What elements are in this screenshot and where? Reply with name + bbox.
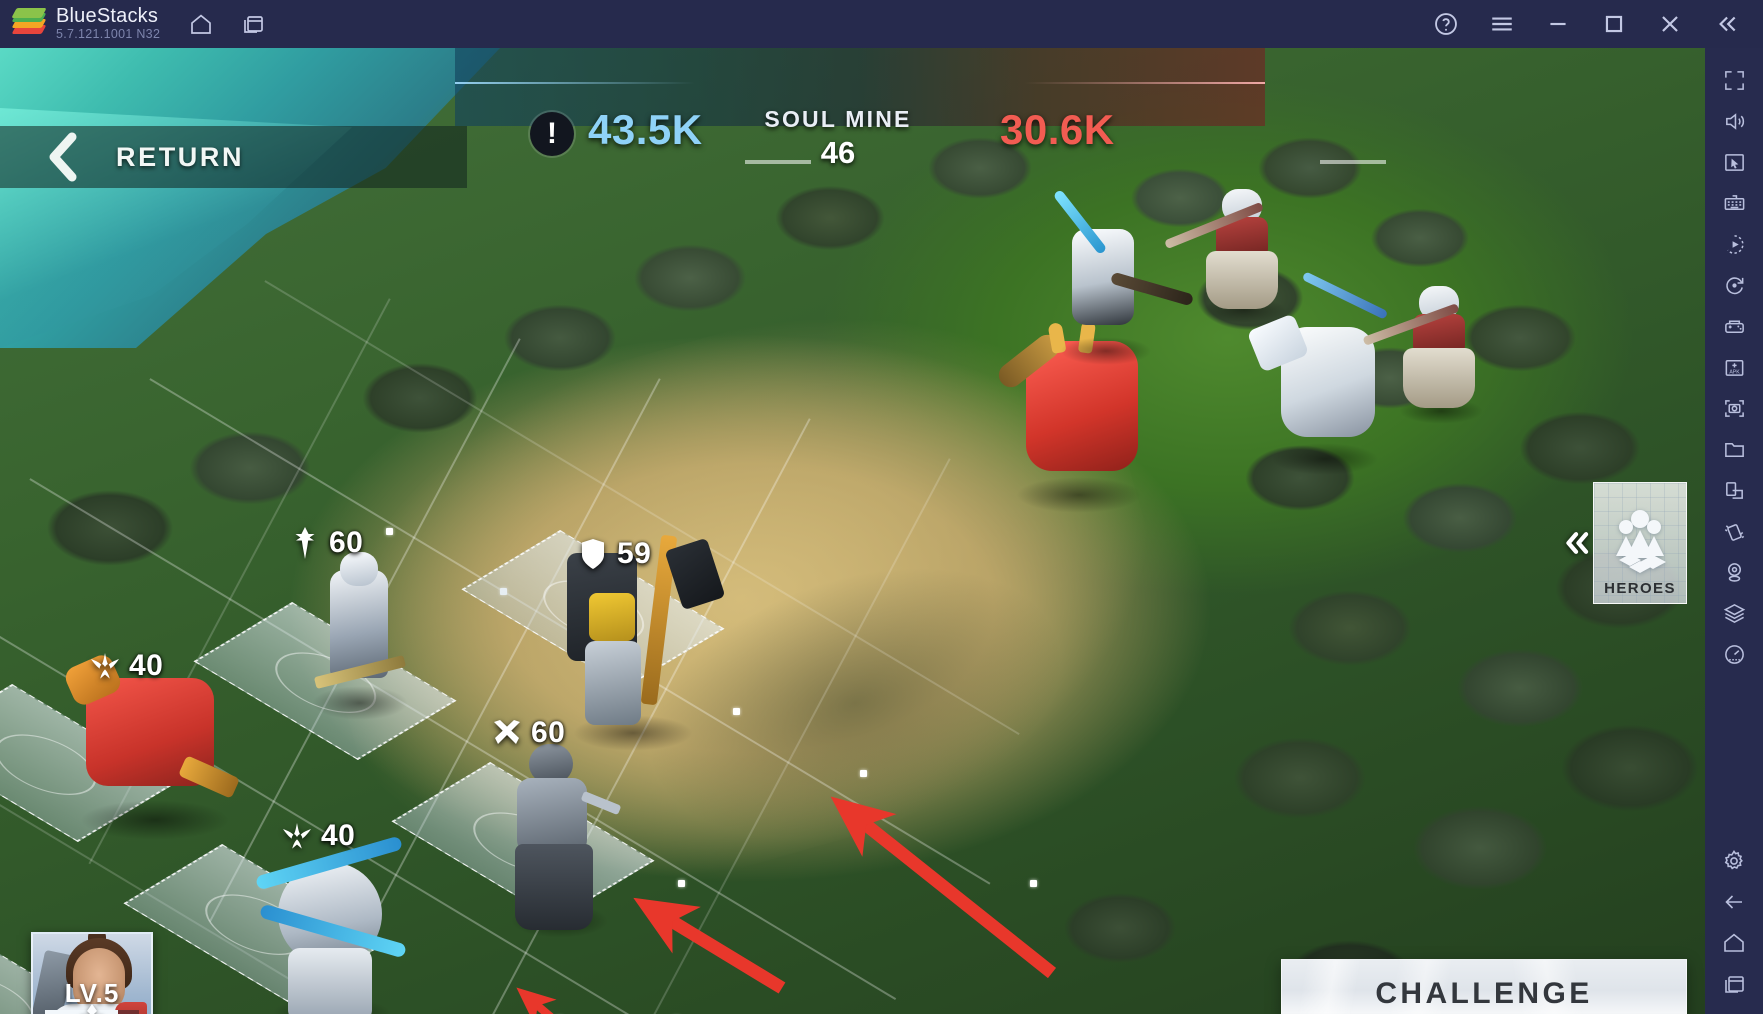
volume-icon[interactable] <box>1712 101 1756 142</box>
location-pin-icon[interactable] <box>1712 552 1756 593</box>
screenshot-icon[interactable] <box>1712 388 1756 429</box>
dagger-icon <box>290 526 320 560</box>
unit-level-badge: 40 <box>90 649 163 683</box>
challenge-button-label: CHALLENGE <box>1375 977 1593 1010</box>
svg-text:APK: APK <box>1729 369 1740 375</box>
collapse-sidebar-icon[interactable] <box>1711 9 1741 39</box>
keyboard-icon[interactable] <box>1712 183 1756 224</box>
three-heroes-icon <box>1604 508 1676 578</box>
bluestacks-logo-icon <box>11 8 47 38</box>
rotate-icon[interactable] <box>1712 265 1756 306</box>
ally-unit-gunner[interactable] <box>555 534 735 753</box>
cursor-pointer-icon[interactable] <box>1712 142 1756 183</box>
app-title: BlueStacks <box>56 5 159 28</box>
claw-icon <box>282 819 312 853</box>
app-logo: BlueStacks 5.7.121.1001 N32 <box>11 5 161 42</box>
bluestacks-window: BlueStacks 5.7.121.1001 N32 60 59 40 60 … <box>0 0 1763 1014</box>
clover-skill-icon <box>33 1002 151 1014</box>
unit-level-value: 60 <box>329 526 364 559</box>
enemy-unit-spear-soldier-a <box>1164 183 1308 323</box>
gamepad-icon[interactable] <box>1712 306 1756 347</box>
multi-instance-icon[interactable] <box>1712 470 1756 511</box>
hero-card[interactable]: LV.5 <box>31 932 153 1014</box>
media-folder-icon[interactable] <box>1712 429 1756 470</box>
hud-band <box>455 48 1265 126</box>
fullscreen-icon[interactable] <box>1712 60 1756 101</box>
layers-icon[interactable] <box>1712 593 1756 634</box>
game-viewport[interactable]: 60 59 40 60 40 ! 43.5K SOUL MINE 46 30.6… <box>0 48 1705 1014</box>
help-icon[interactable] <box>1431 9 1461 39</box>
hamburger-menu-icon[interactable] <box>1487 9 1517 39</box>
unit-level-value: 40 <box>321 819 356 852</box>
challenge-button[interactable]: CHALLENGE <box>1281 959 1687 1014</box>
ally-unit-knight[interactable] <box>300 548 420 720</box>
enemy-unit-white-beast <box>1246 271 1405 475</box>
unit-level-value: 60 <box>531 716 566 749</box>
settings-gear-icon[interactable] <box>1712 840 1756 881</box>
app-version: 5.7.121.1001 N32 <box>56 27 161 42</box>
enemy-unit-armored-knight <box>1048 188 1195 365</box>
maximize-icon[interactable] <box>1599 9 1629 39</box>
home-icon[interactable] <box>186 9 216 39</box>
ally-unit-assassin[interactable] <box>495 738 635 938</box>
double-chevron-left-icon[interactable] <box>1559 525 1593 561</box>
shake-icon[interactable] <box>1712 511 1756 552</box>
shield-icon <box>578 537 608 571</box>
heroes-panel-label: HEROES <box>1604 580 1676 597</box>
unit-level-badge: 60 <box>492 716 565 750</box>
ally-unit-guardian[interactable] <box>248 835 428 1014</box>
install-apk-icon[interactable]: APK <box>1712 347 1756 388</box>
minimize-icon[interactable] <box>1543 9 1573 39</box>
crossed-blades-icon <box>492 716 522 750</box>
bluestacks-sidebar: APK <box>1705 48 1763 1014</box>
return-button-label: RETURN <box>116 141 245 172</box>
close-icon[interactable] <box>1655 9 1685 39</box>
back-chevron-icon <box>42 131 82 183</box>
unit-level-value: 40 <box>129 649 164 682</box>
unit-level-badge: 60 <box>290 526 363 560</box>
enemy-unit-spear-soldier-b <box>1362 280 1505 425</box>
macro-record-icon[interactable] <box>1712 224 1756 265</box>
heroes-panel-button[interactable]: HEROES <box>1593 482 1687 604</box>
unit-level-badge: 40 <box>282 819 355 853</box>
back-arrow-icon[interactable] <box>1712 881 1756 922</box>
unit-level-value: 59 <box>617 537 652 570</box>
recent-apps-icon[interactable] <box>1712 963 1756 1004</box>
claw-icon <box>90 649 120 683</box>
return-button[interactable]: RETURN <box>0 126 467 188</box>
performance-icon[interactable] <box>1712 634 1756 675</box>
home-icon[interactable] <box>1712 922 1756 963</box>
unit-level-badge: 59 <box>578 537 651 571</box>
multi-instance-icon[interactable] <box>238 9 268 39</box>
title-bar: BlueStacks 5.7.121.1001 N32 <box>0 0 1763 48</box>
